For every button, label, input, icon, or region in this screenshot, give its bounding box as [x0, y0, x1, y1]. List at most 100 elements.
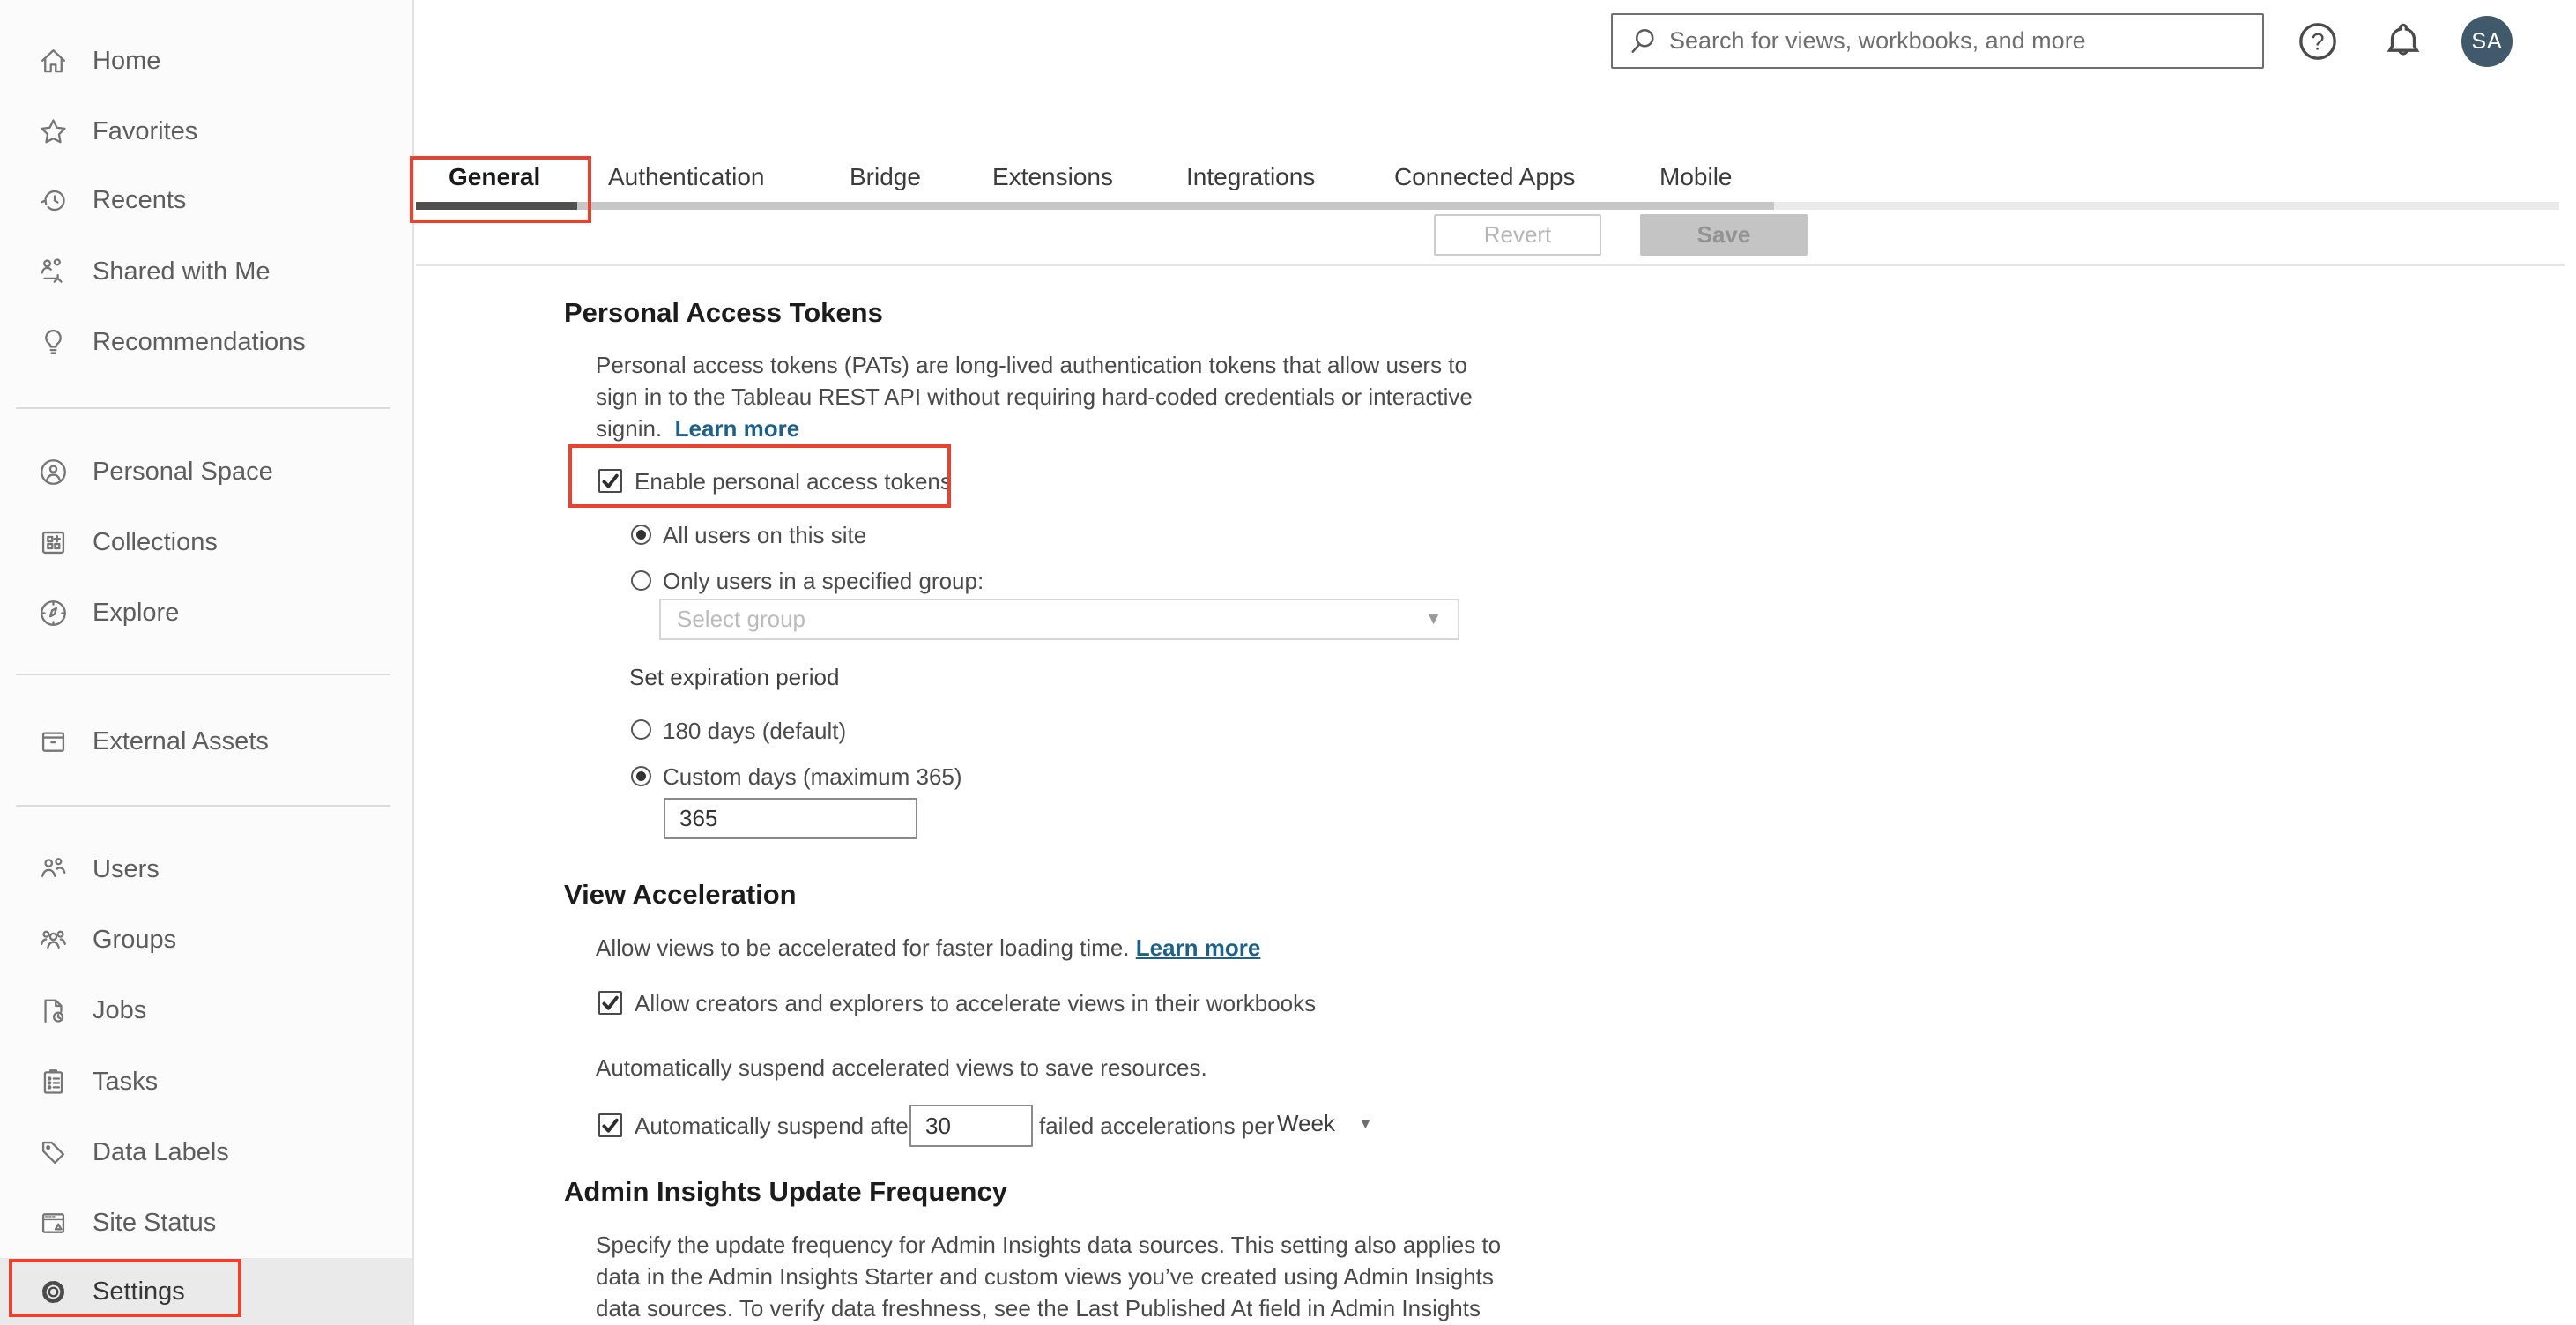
star-icon [41, 118, 66, 143]
sidebar-item-label: Tasks [93, 1067, 159, 1096]
gear-icon [41, 1280, 65, 1303]
save-button[interactable]: Save [1640, 214, 1808, 256]
tab-mobile[interactable]: Mobile [1659, 162, 1732, 192]
pat-section-title: Personal Access Tokens [564, 297, 883, 328]
tab-extensions[interactable]: Extensions [992, 162, 1113, 192]
header-divider [416, 264, 2565, 266]
sidebar-item-groups[interactable]: Groups [0, 904, 412, 975]
tab-authentication[interactable]: Authentication [608, 162, 764, 192]
auto-suspend-checkbox[interactable] [598, 1113, 622, 1137]
all-users-radio[interactable] [631, 525, 651, 545]
home-icon [41, 48, 65, 72]
sidebar-item-label: Home [93, 46, 161, 75]
sidebar-item-collections[interactable]: Collections [0, 507, 412, 577]
pat-learn-more-link[interactable]: Learn more [675, 415, 800, 442]
search-box[interactable] [1611, 13, 2264, 69]
allow-accelerate-label: Allow creators and explorers to accelera… [635, 990, 1317, 1016]
enable-pat-checkbox[interactable] [598, 469, 622, 493]
sidebar-item-label: Jobs [93, 995, 147, 1024]
sidebar-item-label: Users [93, 854, 160, 883]
tableau-settings-page: Home Favorites Recents Shared with Me Re… [0, 0, 2576, 1325]
sidebar-item-personal-space[interactable]: Personal Space [0, 436, 412, 507]
revert-button[interactable]: Revert [1434, 214, 1601, 256]
sidebar-item-favorites[interactable]: Favorites [0, 96, 412, 167]
recents-clock-icon [41, 190, 65, 211]
specified-group-radio[interactable] [631, 570, 651, 591]
sidebar-item-recommendations[interactable]: Recommendations [0, 307, 412, 377]
select-group-dropdown[interactable]: Select group ▼ [659, 599, 1459, 640]
sidebar-item-recents[interactable]: Recents [0, 165, 412, 235]
custom-days-radio[interactable] [631, 766, 651, 786]
tab-strip-scrollbar-thumb[interactable] [577, 202, 1774, 210]
days-180-label: 180 days (default) [663, 718, 847, 744]
view-acceleration-description: Allow views to be accelerated for faster… [596, 934, 1261, 961]
sidebar-item-settings[interactable]: Settings [0, 1256, 412, 1325]
clipboard-icon [43, 1068, 63, 1094]
suspend-count-input[interactable] [909, 1105, 1033, 1147]
tab-bridge[interactable]: Bridge [850, 162, 921, 192]
days-180-radio[interactable] [631, 719, 651, 740]
sidebar-item-label: Recommendations [93, 327, 306, 356]
window-status-icon [41, 1212, 65, 1233]
sidebar-item-label: Groups [93, 925, 177, 954]
sidebar-item-label: Collections [93, 527, 218, 556]
sidebar-item-shared-with-me[interactable]: Shared with Me [0, 236, 412, 307]
enable-pat-label: Enable personal access tokens [635, 468, 952, 495]
sidebar-item-label: Recents [93, 185, 187, 214]
help-icon: ? [2299, 23, 2336, 60]
pat-description-line: Personal access tokens (PATs) are long-l… [596, 352, 1467, 378]
view-acceleration-section-title: View Acceleration [564, 879, 797, 910]
sidebar-item-label: External Assets [93, 726, 269, 756]
sidebar-item-users[interactable]: Users [0, 834, 412, 904]
notifications-button[interactable] [2381, 19, 2425, 63]
chevron-down-icon: ▼ [1425, 609, 1442, 629]
admin-insights-description-line: Specify the update frequency for Admin I… [596, 1232, 1502, 1258]
sidebar-item-label: Settings [93, 1277, 185, 1306]
sidebar-item-explore[interactable]: Explore [0, 577, 412, 648]
sidebar-item-tasks[interactable]: Tasks [0, 1046, 412, 1117]
sidebar-item-jobs[interactable]: Jobs [0, 975, 412, 1046]
help-button[interactable]: ? [2296, 19, 2340, 63]
tab-integrations[interactable]: Integrations [1186, 162, 1315, 192]
sidebar-item-label: Data Labels [93, 1137, 229, 1166]
document-clock-icon [44, 999, 64, 1023]
search-icon [1631, 28, 1654, 53]
pat-description-line: sign in to the Tableau REST API without … [596, 383, 1473, 410]
svg-text:?: ? [2311, 28, 2324, 56]
sidebar-item-label: Site Status [93, 1208, 217, 1237]
select-group-placeholder: Select group [677, 606, 805, 632]
admin-insights-description-line: data in the Admin Insights Starter and c… [596, 1263, 1494, 1290]
sidebar-item-home[interactable]: Home [0, 26, 412, 96]
admin-insights-section-title: Admin Insights Update Frequency [564, 1176, 1007, 1207]
suspend-description: Automatically suspend accelerated views … [596, 1054, 1207, 1081]
compass-icon [41, 599, 66, 626]
sidebar-item-site-status[interactable]: Site Status [0, 1187, 412, 1258]
sidebar-item-label: Favorites [93, 116, 198, 145]
tab-general[interactable]: General [449, 162, 540, 192]
pat-description-line: signin. Learn more [596, 415, 800, 442]
suspend-suffix-label: failed accelerations per [1039, 1113, 1275, 1139]
users-icon [41, 857, 66, 877]
collections-grid-icon [41, 531, 65, 554]
sidebar-item-label: Explore [93, 598, 180, 627]
custom-days-label: Custom days (maximum 365) [663, 763, 962, 790]
person-circle-icon [41, 458, 66, 485]
sidebar-item-data-labels[interactable]: Data Labels [0, 1117, 412, 1187]
user-avatar[interactable]: SA [2461, 16, 2513, 67]
expiration-period-label: Set expiration period [629, 664, 840, 690]
sidebar-item-external-assets[interactable]: External Assets [0, 706, 412, 777]
all-users-label: All users on this site [663, 522, 867, 548]
search-input[interactable] [1669, 27, 2262, 55]
lightbulb-icon [45, 329, 62, 354]
allow-accelerate-checkbox[interactable] [598, 991, 622, 1015]
sidebar-item-label: Personal Space [93, 457, 273, 486]
sidebar-divider [16, 407, 390, 409]
view-acceleration-learn-more-link[interactable]: Learn more [1136, 934, 1261, 961]
custom-days-input[interactable] [664, 798, 917, 839]
active-tab-underline [416, 202, 577, 210]
sidebar-item-label: Shared with Me [93, 257, 271, 286]
sidebar-divider [16, 674, 390, 675]
tag-icon [41, 1141, 65, 1164]
tab-connected-apps[interactable]: Connected Apps [1394, 162, 1576, 192]
period-dropdown[interactable]: Week ▼ [1277, 1110, 1373, 1137]
